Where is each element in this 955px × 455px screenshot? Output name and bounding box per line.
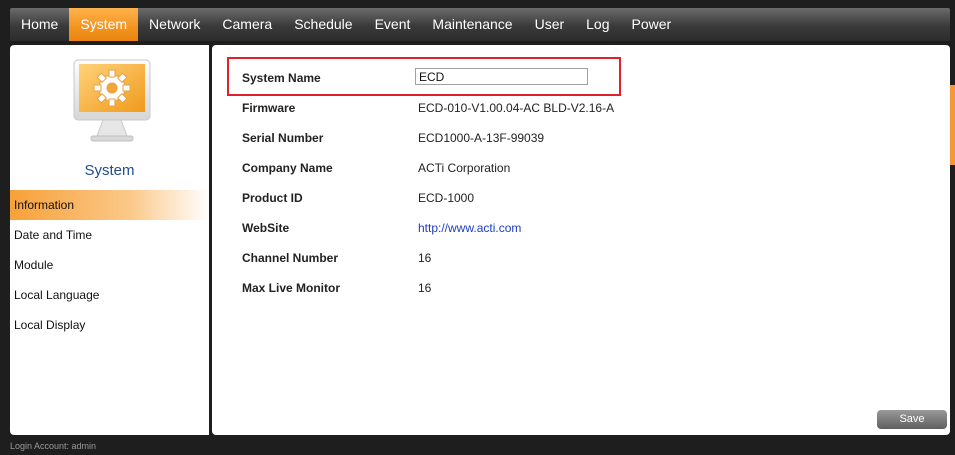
system-name-label: System Name — [242, 71, 321, 85]
company-name-label: Company Name — [242, 161, 333, 175]
sidebar-item-date-and-time[interactable]: Date and Time — [10, 220, 209, 250]
tab-maintenance[interactable]: Maintenance — [421, 8, 523, 41]
max-live-monitor-label: Max Live Monitor — [242, 281, 341, 295]
sidebar-item-module[interactable]: Module — [10, 250, 209, 280]
tab-log[interactable]: Log — [575, 8, 620, 41]
firmware-label: Firmware — [242, 101, 296, 115]
website-link[interactable]: http://www.acti.com — [418, 221, 521, 235]
tab-network[interactable]: Network — [138, 8, 211, 41]
channel-number-value: 16 — [418, 251, 432, 265]
sidebar-item-local-display[interactable]: Local Display — [10, 310, 209, 340]
sidebar-title: System — [84, 162, 135, 179]
system-name-input[interactable] — [415, 68, 588, 85]
product-id-label: Product ID — [242, 191, 303, 205]
tab-schedule[interactable]: Schedule — [283, 8, 363, 41]
firmware-value: ECD-010-V1.00.04-AC BLD-V2.16-A — [418, 101, 615, 115]
tab-power[interactable]: Power — [621, 8, 683, 41]
sidebar-item-local-language[interactable]: Local Language — [10, 280, 209, 310]
channel-number-label: Channel Number — [242, 251, 339, 265]
right-edge-accent — [950, 85, 955, 165]
product-id-value: ECD-1000 — [418, 191, 475, 205]
information-panel: System Name Firmware ECD-010-V1.00.04-AC… — [212, 45, 950, 435]
serial-number-value: ECD1000-A-13F-99039 — [418, 131, 545, 145]
company-name-value: ACTi Corporation — [418, 161, 511, 175]
save-button[interactable]: Save — [877, 410, 947, 429]
tab-user[interactable]: User — [524, 8, 576, 41]
tab-event[interactable]: Event — [364, 8, 422, 41]
sidebar-item-information[interactable]: Information — [10, 190, 209, 220]
sidebar-menu: Information Date and Time Module Local L… — [10, 190, 209, 340]
login-account-label: Login Account: admin — [10, 441, 97, 451]
serial-number-label: Serial Number — [242, 131, 324, 145]
tab-camera[interactable]: Camera — [211, 8, 283, 41]
website-label: WebSite — [242, 221, 290, 235]
sidebar: System Information Date and Time Module … — [10, 45, 209, 435]
gear-monitor-icon — [73, 59, 151, 142]
max-live-monitor-value: 16 — [418, 281, 432, 295]
top-nav-bar: Home System Network Camera Schedule Even… — [10, 8, 950, 41]
tab-home[interactable]: Home — [10, 8, 69, 41]
tab-system[interactable]: System — [69, 8, 139, 41]
